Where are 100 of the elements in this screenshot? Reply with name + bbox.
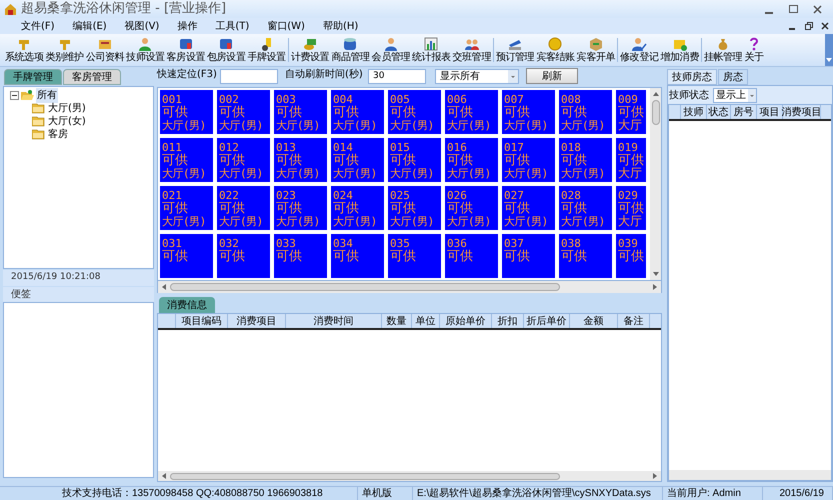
- tab[interactable]: 技师房态: [667, 69, 717, 85]
- room-tile[interactable]: 003 可供 大厅(男): [274, 90, 327, 134]
- column-header[interactable]: 消费时间: [286, 314, 382, 328]
- room-tile[interactable]: 036 可供: [445, 234, 498, 278]
- column-header[interactable]: 房号: [731, 105, 757, 119]
- room-tile[interactable]: 012 可供 大厅(男): [217, 138, 270, 182]
- toolbar-button[interactable]: 系统选项: [4, 34, 44, 66]
- menu-item[interactable]: 帮助(H): [314, 18, 368, 34]
- filter-dropdown[interactable]: 显示所有: [435, 68, 519, 84]
- tech-status-dropdown[interactable]: 显示上: [713, 88, 757, 102]
- room-tile[interactable]: 032 可供: [217, 234, 270, 278]
- expander-icon[interactable]: [10, 91, 19, 100]
- refresh-interval-field[interactable]: 30: [368, 68, 426, 84]
- column-header[interactable]: 数量: [382, 314, 412, 328]
- room-tile[interactable]: 013 可供 大厅(男): [274, 138, 327, 182]
- tab[interactable]: 客房管理: [63, 69, 121, 85]
- room-tile[interactable]: 008 可供 大厅(男): [559, 90, 612, 134]
- vertical-scrollbar[interactable]: [650, 88, 661, 280]
- scrollbar-thumb[interactable]: [652, 100, 660, 125]
- column-header[interactable]: 折扣: [492, 314, 524, 328]
- toolbar-button[interactable]: 会员管理: [370, 34, 412, 66]
- toolbar-button[interactable]: 计费设置: [290, 34, 330, 66]
- column-header[interactable]: 单位: [412, 314, 440, 328]
- toolbar-button[interactable]: 关于: [743, 34, 765, 66]
- toolbar-button[interactable]: 宾客结账: [535, 34, 576, 66]
- horizontal-scrollbar[interactable]: [157, 281, 662, 293]
- room-tile[interactable]: 027 可供 大厅(男): [502, 186, 555, 230]
- room-tile[interactable]: 039 可供: [616, 234, 646, 278]
- menu-item[interactable]: 窗口(W): [258, 18, 314, 34]
- room-tile[interactable]: 031 可供: [160, 234, 213, 278]
- room-tile[interactable]: 022 可供 大厅(男): [217, 186, 270, 230]
- room-tile[interactable]: 029 可供 大厅: [616, 186, 646, 230]
- column-header[interactable]: 备注: [618, 314, 650, 328]
- tree-item[interactable]: 所有: [36, 88, 58, 103]
- toolbar-button[interactable]: 类别维护: [44, 34, 85, 66]
- scrollbar-thumb[interactable]: [170, 472, 560, 480]
- room-tile[interactable]: 038 可供: [559, 234, 612, 278]
- column-header[interactable]: 项目: [757, 105, 783, 119]
- maximize-button[interactable]: [789, 3, 801, 15]
- room-tile[interactable]: 021 可供 大厅(男): [160, 186, 213, 230]
- tree-item[interactable]: 大厅(男): [47, 101, 87, 116]
- notes-area[interactable]: [3, 302, 154, 478]
- restore-button[interactable]: [805, 22, 813, 30]
- tree-item[interactable]: 大厅(女): [47, 114, 87, 129]
- room-tile[interactable]: 033 可供: [274, 234, 327, 278]
- tab[interactable]: 房态: [718, 69, 748, 85]
- room-tile[interactable]: 005 可供 大厅(男): [388, 90, 441, 134]
- room-tile[interactable]: 025 可供 大厅(男): [388, 186, 441, 230]
- menu-item[interactable]: 操作: [168, 18, 206, 34]
- consumption-tab[interactable]: 消费信息: [159, 297, 215, 313]
- quick-locate-field[interactable]: [220, 68, 278, 84]
- room-tile[interactable]: 011 可供 大厅(男): [160, 138, 213, 182]
- toolbar-button[interactable]: 预订管理: [494, 34, 536, 66]
- menu-item[interactable]: 视图(V): [116, 18, 168, 34]
- toolbar-button[interactable]: 商品管理: [330, 34, 371, 66]
- column-header[interactable]: 消费项目: [783, 105, 821, 119]
- toolbar-button[interactable]: 交班管理: [451, 34, 492, 66]
- toolbar-button[interactable]: 统计报表: [411, 34, 452, 66]
- menu-item[interactable]: 编辑(E): [64, 18, 116, 34]
- room-tile[interactable]: 006 可供 大厅(男): [445, 90, 498, 134]
- room-tile[interactable]: 015 可供 大厅(男): [388, 138, 441, 182]
- room-tile[interactable]: 037 可供: [502, 234, 555, 278]
- refresh-button[interactable]: 刷新: [526, 68, 578, 84]
- column-header[interactable]: 原始单价: [440, 314, 492, 328]
- room-tile[interactable]: 001 可供 大厅(男): [160, 90, 213, 134]
- menu-item[interactable]: 文件(F): [12, 18, 64, 34]
- toolbar-button[interactable]: 公司资料: [84, 34, 126, 66]
- column-header[interactable]: 消费项目: [228, 314, 286, 328]
- toolbar-button[interactable]: 技师设置: [125, 34, 166, 66]
- room-tile[interactable]: 017 可供 大厅(男): [502, 138, 555, 182]
- horizontal-scrollbar[interactable]: [669, 470, 831, 480]
- column-header[interactable]: 技师: [681, 105, 707, 119]
- room-tile[interactable]: 023 可供 大厅(男): [274, 186, 327, 230]
- room-tile[interactable]: 034 可供: [331, 234, 384, 278]
- column-header[interactable]: 金额: [570, 314, 618, 328]
- horizontal-scrollbar[interactable]: [158, 471, 661, 481]
- toolbar-button[interactable]: 挂帐管理: [702, 34, 744, 66]
- room-tile[interactable]: 024 可供 大厅(男): [331, 186, 384, 230]
- toolbar-button[interactable]: 宾客开单: [576, 34, 616, 66]
- toolbar-button[interactable]: 手牌设置: [246, 34, 287, 66]
- toolbar-button[interactable]: 客房设置: [166, 34, 206, 66]
- room-tile[interactable]: 018 可供 大厅(男): [559, 138, 612, 182]
- room-tile[interactable]: 028 可供 大厅(男): [559, 186, 612, 230]
- room-tile[interactable]: 009 可供 大厅: [616, 90, 646, 134]
- menu-item[interactable]: 工具(T): [206, 18, 258, 34]
- column-header[interactable]: 项目编码: [176, 314, 228, 328]
- toolbar-button[interactable]: 增加消费: [660, 34, 700, 66]
- room-tile[interactable]: 004 可供 大厅(男): [331, 90, 384, 134]
- tree-item[interactable]: 客房: [47, 127, 69, 142]
- room-tile[interactable]: 007 可供 大厅(男): [502, 90, 555, 134]
- column-header[interactable]: 状态: [707, 105, 731, 119]
- tab[interactable]: 手牌管理: [4, 69, 62, 85]
- room-tile[interactable]: 002 可供 大厅(男): [217, 90, 270, 134]
- toolbar-button[interactable]: 包房设置: [206, 34, 246, 66]
- room-tile[interactable]: 016 可供 大厅(男): [445, 138, 498, 182]
- room-tile[interactable]: 014 可供 大厅(男): [331, 138, 384, 182]
- room-tile[interactable]: 026 可供 大厅(男): [445, 186, 498, 230]
- column-header[interactable]: 折后单价: [524, 314, 570, 328]
- room-tile[interactable]: 035 可供: [388, 234, 441, 278]
- toolbar-button[interactable]: 修改登记: [619, 34, 660, 66]
